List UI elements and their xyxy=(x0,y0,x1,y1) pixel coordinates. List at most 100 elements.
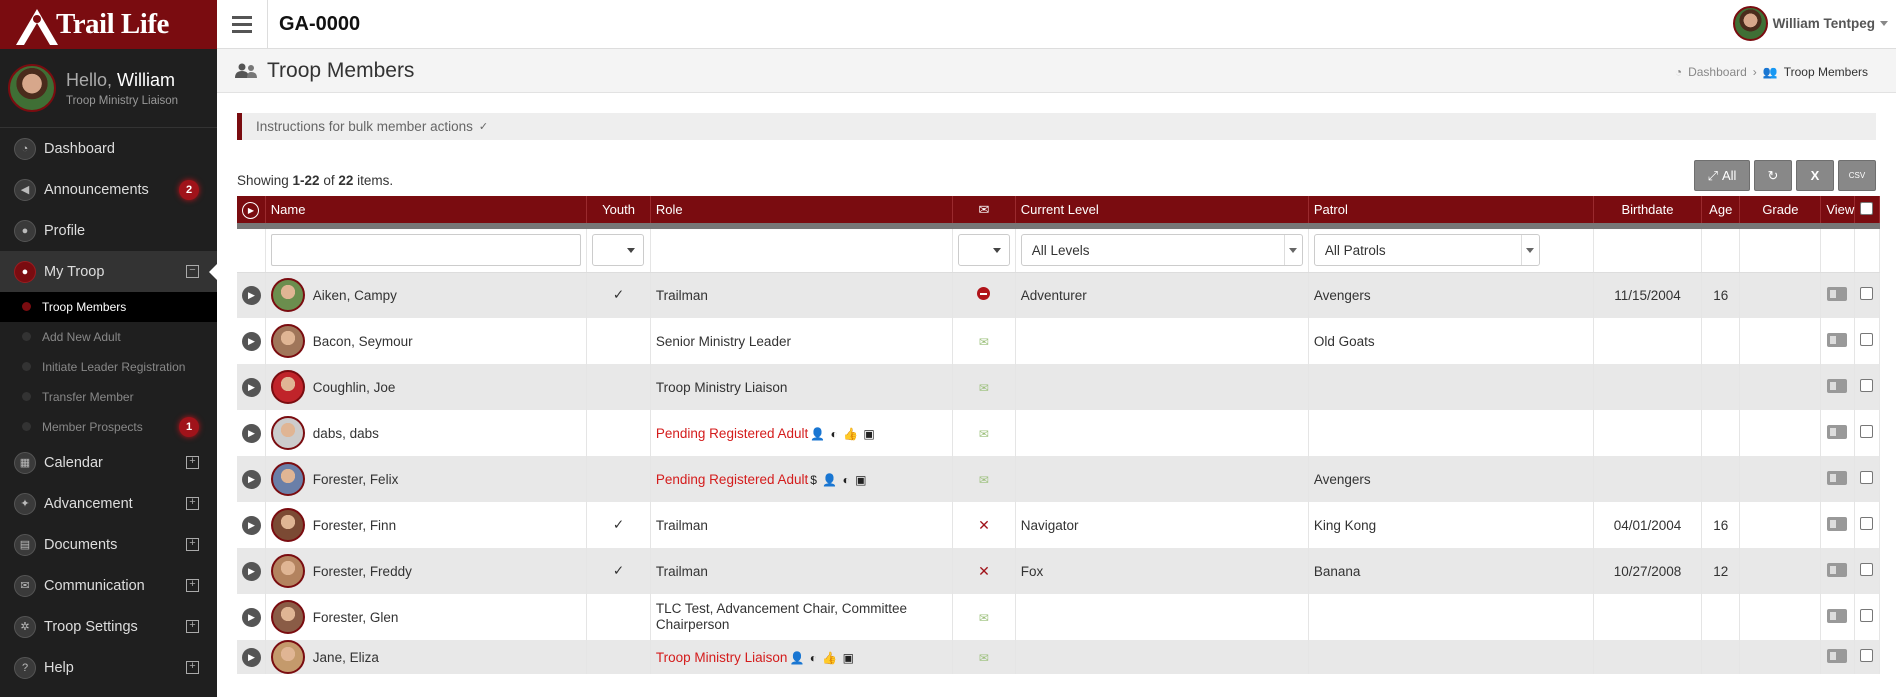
view-card-icon[interactable] xyxy=(1827,470,1848,485)
birthdate xyxy=(1593,594,1703,640)
expand-row-icon[interactable]: ▶ xyxy=(242,377,261,397)
view-card-icon[interactable] xyxy=(1827,648,1848,663)
member-name[interactable]: Jane, Eliza xyxy=(313,650,379,665)
header-patrol[interactable]: Patrol xyxy=(1308,196,1594,229)
sidebar-item-communication[interactable]: ✉ Communication + xyxy=(0,565,217,606)
row-select-checkbox[interactable] xyxy=(1860,563,1874,576)
table-row[interactable]: ▶ dabs, dabs Pending Registered Adult 👤 ◐ 👍… xyxy=(237,410,1881,456)
sidebar-subitem-initiate-leader-registration[interactable]: Initiate Leader Registration xyxy=(0,352,217,382)
name-filter-input[interactable] xyxy=(270,234,582,267)
patrol-filter-select[interactable]: All Patrols xyxy=(1313,234,1540,267)
header-expand[interactable]: ▶ xyxy=(237,196,266,229)
user-menu[interactable]: William Tentpeg xyxy=(1732,6,1888,41)
envelope-icon: ✉ xyxy=(14,574,36,597)
row-select-checkbox[interactable] xyxy=(1860,609,1874,622)
header-birthdate[interactable]: Birthdate xyxy=(1593,196,1703,229)
sidebar-subitem-member-prospects[interactable]: Member Prospects 1 xyxy=(0,412,217,442)
row-select-checkbox[interactable] xyxy=(1860,379,1874,392)
expand-plus-icon[interactable]: + xyxy=(186,579,199,592)
expand-plus-icon[interactable]: + xyxy=(186,497,199,510)
table-row[interactable]: ▶ Forester, Glen TLC Test, Advancement Cha… xyxy=(237,594,1881,640)
header-current-level[interactable]: Current Level xyxy=(1015,196,1309,229)
sidebar-item-my-troop[interactable]: ● My Troop − xyxy=(0,251,217,292)
expand-plus-icon[interactable]: + xyxy=(186,620,199,633)
expand-row-icon[interactable]: ▶ xyxy=(242,607,261,627)
table-row[interactable]: ▶ Aiken, Campy ✓ Trailman Adventurer Avengers… xyxy=(237,272,1881,318)
expand-row-icon[interactable]: ▶ xyxy=(242,423,261,443)
member-name[interactable]: Bacon, Seymour xyxy=(313,334,413,349)
sidebar-item-profile[interactable]: ● Profile xyxy=(0,210,217,251)
header-select-all[interactable] xyxy=(1854,196,1881,229)
sidebar-item-calendar[interactable]: ▦ Calendar + xyxy=(0,442,217,483)
level-filter-select[interactable]: All Levels xyxy=(1020,234,1303,267)
member-name[interactable]: Forester, Felix xyxy=(313,472,399,487)
collapse-minus-icon[interactable]: − xyxy=(186,265,199,278)
youth-filter-select[interactable] xyxy=(592,234,645,267)
expand-row-icon[interactable]: ▶ xyxy=(242,647,261,667)
bulk-instructions-toggle[interactable]: Instructions for bulk member actions ✓ xyxy=(237,113,1876,140)
view-card-icon[interactable] xyxy=(1827,516,1848,531)
export-csv-button[interactable]: CSV xyxy=(1838,160,1876,191)
expand-row-icon[interactable]: ▶ xyxy=(242,561,261,581)
header-role[interactable]: Role xyxy=(650,196,954,229)
breadcrumb-dashboard[interactable]: Dashboard xyxy=(1688,65,1747,79)
sidebar-subitem-transfer-member[interactable]: Transfer Member xyxy=(0,382,217,412)
member-name[interactable]: Forester, Freddy xyxy=(313,564,412,579)
sidebar-subitem-add-new-adult[interactable]: Add New Adult xyxy=(0,322,217,352)
table-row[interactable]: ▶ Bacon, Seymour Senior Ministry Leader ✉ Ol… xyxy=(237,318,1881,364)
sidebar-item-advancement[interactable]: ✦ Advancement + xyxy=(0,483,217,524)
row-select-checkbox[interactable] xyxy=(1860,425,1874,438)
row-select-checkbox[interactable] xyxy=(1860,517,1874,530)
row-select-checkbox[interactable] xyxy=(1860,333,1874,346)
current-level: Navigator xyxy=(1015,502,1309,548)
header-name[interactable]: Name xyxy=(265,196,588,229)
row-select-checkbox[interactable] xyxy=(1860,649,1874,662)
mail-filter-select[interactable] xyxy=(958,234,1011,267)
view-card-icon[interactable] xyxy=(1827,608,1848,623)
sidebar-item-documents[interactable]: ▤ Documents + xyxy=(0,524,217,565)
sidebar-item-troop-settings[interactable]: ✲ Troop Settings + xyxy=(0,606,217,647)
header-grade[interactable]: Grade xyxy=(1739,196,1822,229)
envelope-icon: ✉ xyxy=(978,426,989,441)
header-mail[interactable]: ✉ xyxy=(952,196,1016,229)
expand-plus-icon[interactable]: + xyxy=(186,538,199,551)
member-role: Trailman xyxy=(655,563,708,579)
expand-all-button[interactable]: ⤢ All xyxy=(1694,160,1750,191)
table-row[interactable]: ▶ Forester, Freddy ✓ Trailman ✕ Fox Banana 10/2… xyxy=(237,548,1881,594)
header-age[interactable]: Age xyxy=(1701,196,1741,229)
export-excel-button[interactable]: X xyxy=(1796,160,1834,191)
sidebar-item-help[interactable]: ? Help + xyxy=(0,647,217,688)
table-row[interactable]: ▶ Forester, Felix Pending Registered Adult… xyxy=(237,456,1881,502)
view-card-icon[interactable] xyxy=(1827,332,1848,347)
row-select-checkbox[interactable] xyxy=(1860,287,1874,301)
expand-row-icon[interactable]: ▶ xyxy=(242,515,261,535)
member-name[interactable]: dabs, dabs xyxy=(313,426,379,441)
table-row[interactable]: ▶ Coughlin, Joe Troop Ministry Liaison ✉ xyxy=(237,364,1881,410)
member-name[interactable]: Coughlin, Joe xyxy=(313,380,396,395)
member-name[interactable]: Aiken, Campy xyxy=(313,288,397,303)
expand-row-icon[interactable]: ▶ xyxy=(242,469,261,489)
row-select-checkbox[interactable] xyxy=(1860,471,1874,484)
view-card-icon[interactable] xyxy=(1827,286,1848,301)
member-name[interactable]: Forester, Finn xyxy=(313,518,396,533)
brand-logo[interactable]: Trail Life xyxy=(0,0,217,49)
sidebar-item-announcements[interactable]: ◀ Announcements 2 xyxy=(0,169,217,210)
expand-row-icon[interactable]: ▶ xyxy=(242,331,261,351)
table-row[interactable]: ▶ Forester, Finn ✓ Trailman ✕ Navigator King K… xyxy=(237,502,1881,548)
sidebar-item-dashboard[interactable]: ◔ Dashboard xyxy=(0,128,217,169)
table-row[interactable]: ▶ Jane, Eliza Troop Ministry Liaison 👤 ◐ 👍 … xyxy=(237,640,1881,674)
view-card-icon[interactable] xyxy=(1827,562,1848,577)
table-header: ▶ Name Youth Role ✉ Current Level Patrol… xyxy=(237,196,1881,229)
view-card-icon[interactable] xyxy=(1827,378,1848,393)
sidebar-subitem-troop-members[interactable]: Troop Members xyxy=(0,292,217,322)
member-name[interactable]: Forester, Glen xyxy=(313,610,399,625)
menu-toggle-icon[interactable] xyxy=(217,0,268,49)
select-all-checkbox[interactable] xyxy=(1860,201,1874,215)
hiker-icon: ✦ xyxy=(14,492,36,515)
header-youth[interactable]: Youth xyxy=(586,196,651,229)
view-card-icon[interactable] xyxy=(1827,424,1848,439)
expand-plus-icon[interactable]: + xyxy=(186,661,199,674)
expand-plus-icon[interactable]: + xyxy=(186,456,199,469)
expand-row-icon[interactable]: ▶ xyxy=(242,285,261,305)
refresh-button[interactable]: ↻ xyxy=(1754,160,1792,191)
